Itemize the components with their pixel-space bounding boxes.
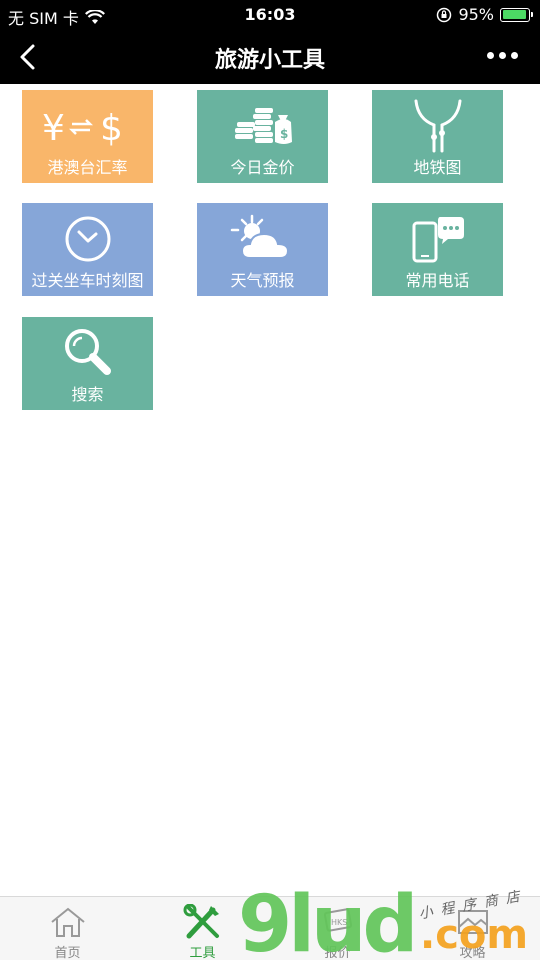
status-bar: 无 SIM 卡 16:03 95%	[0, 0, 540, 30]
rotation-lock-icon	[437, 7, 452, 22]
tab-label: 首页	[54, 946, 81, 960]
battery-fill	[502, 10, 527, 19]
status-right: 95%	[436, 5, 533, 24]
battery-icon	[500, 7, 533, 22]
home-icon	[0, 903, 135, 941]
weather-icon	[197, 211, 328, 267]
tab-home[interactable]: 首页	[0, 897, 135, 960]
tile-metro-map[interactable]: 地铁图	[372, 90, 503, 183]
tile-label: 搜索	[71, 385, 104, 404]
tile-gold-price[interactable]: $ 今日金价	[197, 90, 328, 183]
page-title: 旅游小工具	[214, 48, 325, 73]
tile-label: 天气预报	[230, 271, 295, 290]
tile-label: 地铁图	[413, 158, 462, 177]
tile-common-phone[interactable]: 常用电话	[372, 203, 503, 296]
clock-icon	[22, 211, 153, 267]
tile-label: 过关坐车时刻图	[31, 271, 144, 290]
tile-weather[interactable]: 天气预报	[197, 203, 328, 296]
search-icon	[22, 325, 153, 381]
battery-percent: 95%	[458, 5, 494, 24]
more-menu-button[interactable]	[487, 52, 518, 59]
more-dot-icon	[499, 52, 506, 59]
currency-exchange-icon: ¥ $	[22, 98, 153, 154]
tile-label: 今日金价	[230, 158, 295, 177]
watermark-number: 9lud	[238, 880, 418, 960]
tile-border-timetable[interactable]: 过关坐车时刻图	[22, 203, 153, 296]
tile-label: 港澳台汇率	[47, 158, 128, 177]
tile-search[interactable]: 搜索	[22, 317, 153, 410]
tile-label: 常用电话	[405, 271, 470, 290]
gold-coins-icon: $	[197, 98, 328, 154]
nav-bar: 旅游小工具	[0, 30, 540, 84]
svg-text:$: $	[280, 127, 288, 141]
svg-text:¥: ¥	[42, 108, 65, 149]
svg-text:$: $	[100, 108, 123, 149]
phone-chat-icon	[372, 211, 503, 267]
tile-exchange-rate[interactable]: ¥ $ 港澳台汇率	[22, 90, 153, 183]
more-dot-icon	[511, 52, 518, 59]
more-dot-icon	[487, 52, 494, 59]
metro-map-icon	[372, 98, 503, 154]
